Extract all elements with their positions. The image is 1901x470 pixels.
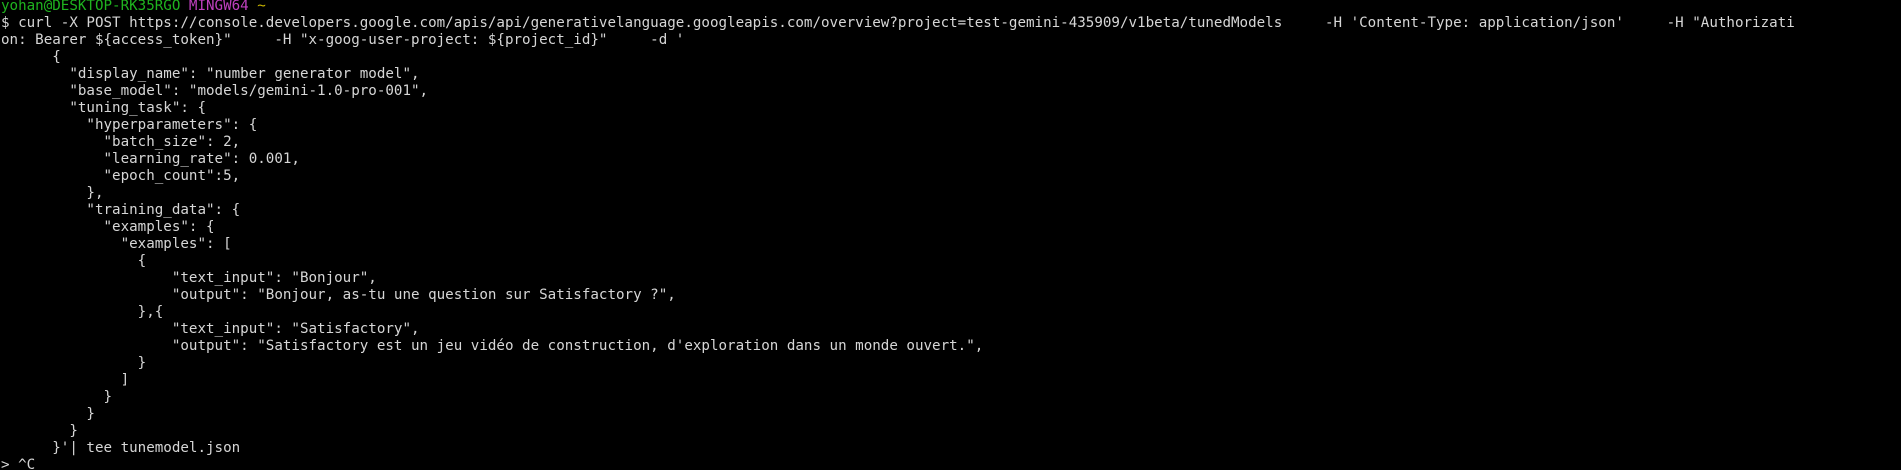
output-line: "examples": { [1,219,215,235]
output-line: { [1,49,61,65]
prompt-system: MINGW64 [188,0,249,14]
output-line: "text_input": "Bonjour", [1,270,377,286]
output-line: on: Bearer ${access_token}" -H "x-goog-u… [1,32,685,48]
terminal-window[interactable]: yohan@DESKTOP-RK35RGO MINGW64 ~ $ curl -… [0,0,1901,470]
output-line: "epoch_count":5, [1,168,241,184]
output-line: },{ [1,304,164,320]
prompt-user-host: yohan@DESKTOP-RK35RGO [1,0,181,14]
output-line: "output": "Satisfactory est un jeu vidéo… [1,338,984,354]
output-line: "hyperparameters": { [1,117,258,133]
output-line: "text_input": "Satisfactory", [1,321,420,337]
continuation-prompt-line: > ^C [1,457,36,470]
output-line: "training_data": { [1,202,241,218]
command-text: curl -X POST https://console.developers.… [9,15,1795,31]
output-line: } [1,389,113,405]
output-line: "learning_rate": 0.001, [1,151,300,167]
output-line: }'| tee tunemodel.json [1,440,241,456]
prompt-cwd: ~ [257,0,266,14]
output-line: "base_model": "models/gemini-1.0-pro-001… [1,83,429,99]
output-line: } [1,406,95,422]
output-line: } [1,355,147,371]
output-line: { [1,253,147,269]
command-line: $ curl -X POST https://console.developer… [0,15,1901,32]
output-line: }, [1,185,104,201]
output-line: "display_name": "number generator model"… [1,66,420,82]
output-line: "output": "Bonjour, as-tu une question s… [1,287,676,303]
output-line: "batch_size": 2, [1,134,241,150]
prompt-line: yohan@DESKTOP-RK35RGO MINGW64 ~ [0,0,1901,15]
output-line: "examples": [ [1,236,232,252]
output-line: } [1,423,78,439]
output-line: ] [1,372,130,388]
prompt-symbol: $ [1,15,10,31]
output-line: "tuning_task": { [1,100,206,116]
